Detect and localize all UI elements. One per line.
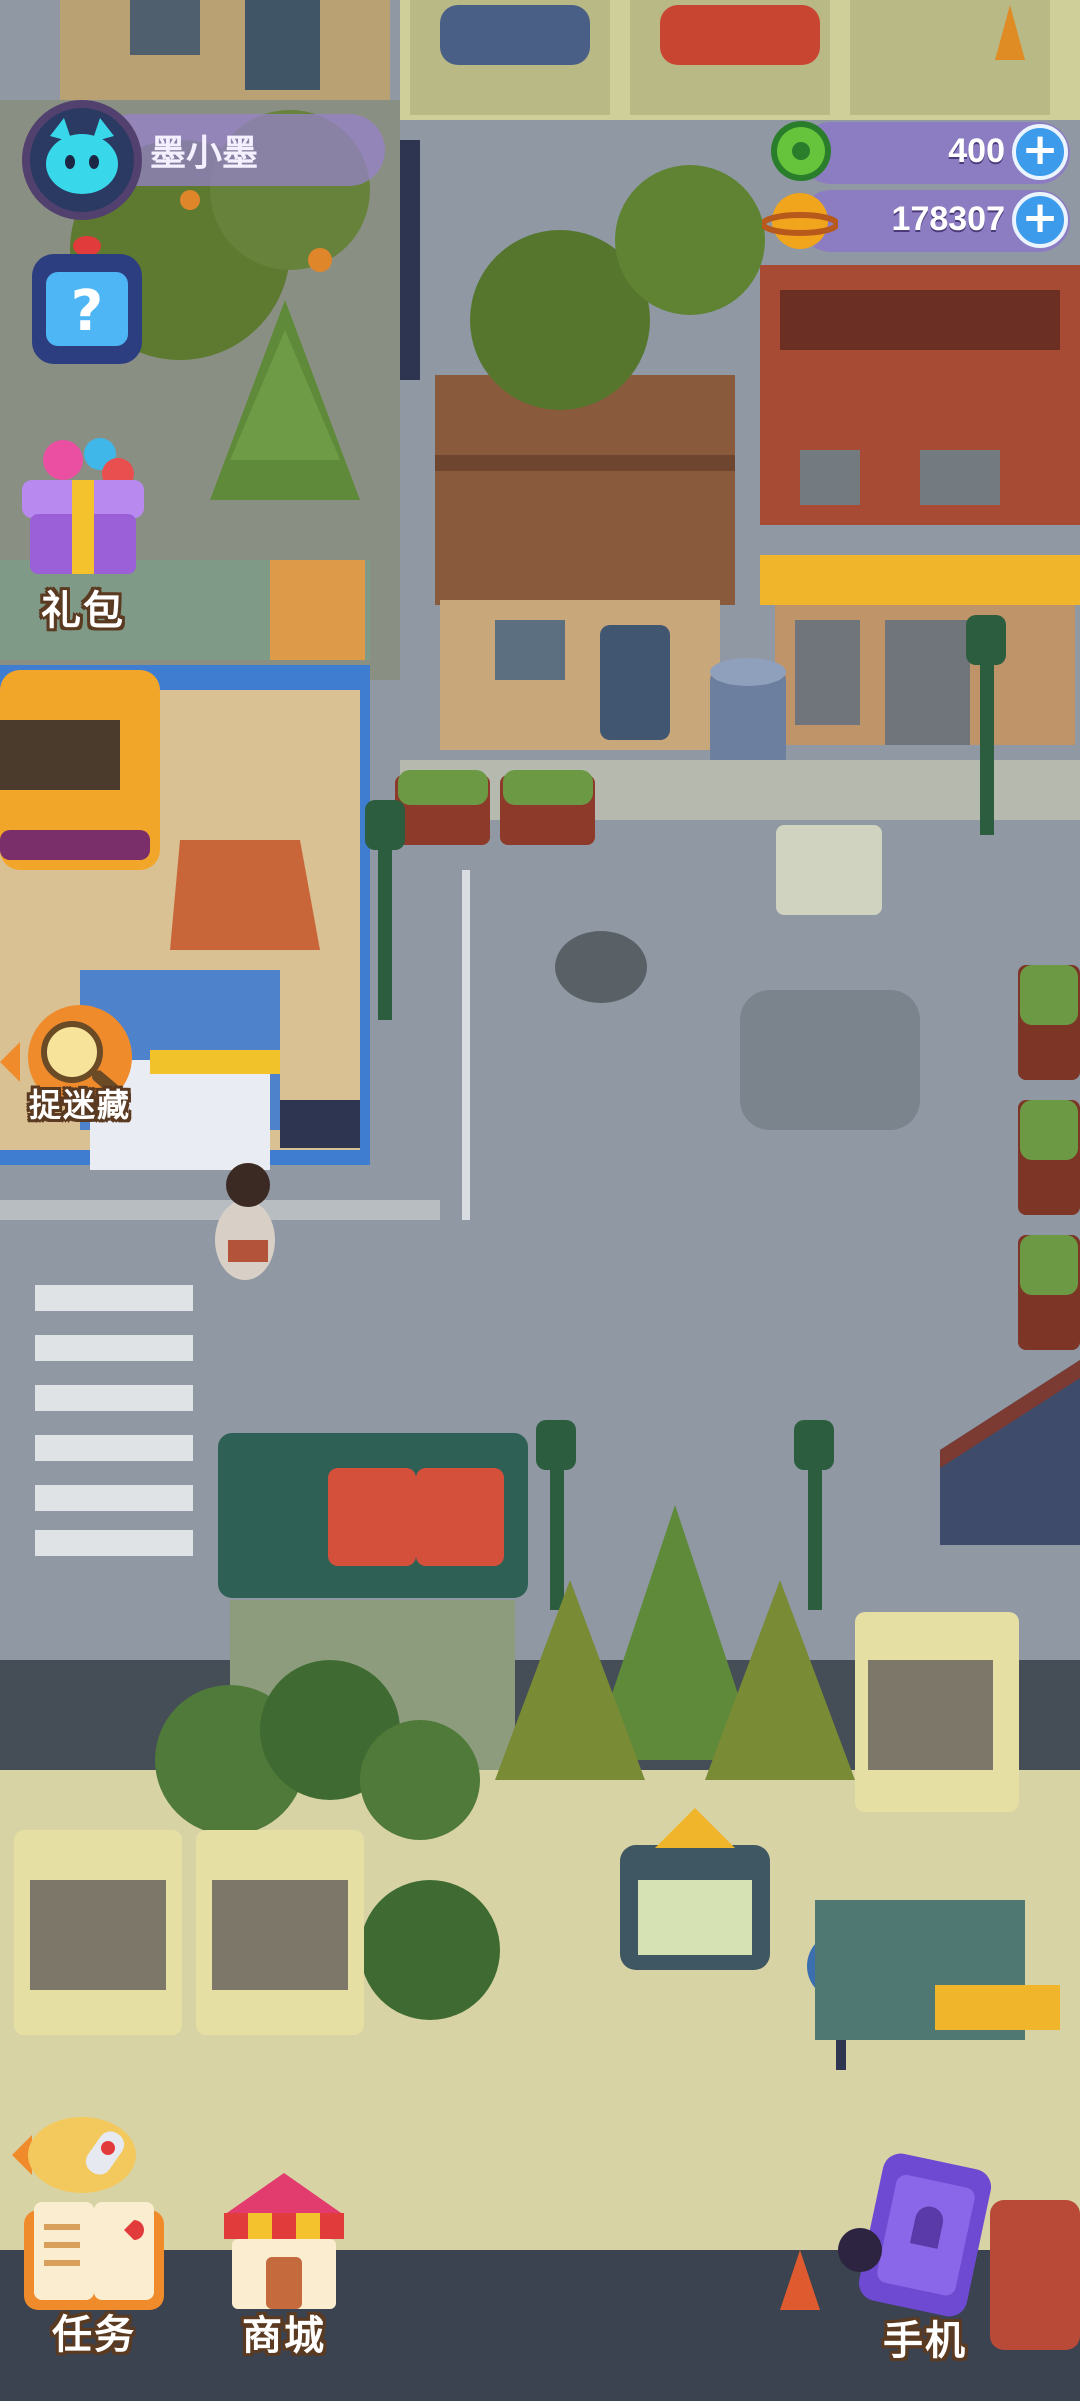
- hide-and-seek-button[interactable]: 捉迷藏: [0, 1002, 160, 1124]
- phone-label: 手机: [883, 2318, 967, 2364]
- add-gems-button[interactable]: +: [1012, 124, 1068, 180]
- gift-pack-label: 礼包: [41, 588, 125, 634]
- gift-box-icon: [22, 438, 144, 574]
- lane-line: [462, 870, 470, 1220]
- add-coins-button[interactable]: +: [1012, 192, 1068, 248]
- gift-pack-button[interactable]: 礼包: [8, 430, 158, 634]
- tasks-button[interactable]: 任务: [14, 2190, 174, 2358]
- shop-button[interactable]: 商城: [204, 2165, 364, 2359]
- green-donut-gem-icon: [768, 118, 834, 184]
- utility-pole: [400, 140, 420, 380]
- manhole-cover: [555, 931, 647, 1003]
- parking-lot: [400, 0, 1080, 120]
- vent-box: [776, 825, 882, 915]
- shop-building: [760, 265, 1080, 745]
- book-icon: [24, 2202, 164, 2310]
- planters-right: [1018, 965, 1080, 1350]
- shop-stall-icon: [224, 2173, 344, 2309]
- player-name: 墨小墨: [150, 133, 259, 174]
- svg-text:?: ?: [71, 279, 103, 344]
- help-button[interactable]: ?: [22, 232, 152, 372]
- hide-and-seek-label: 捉迷藏: [28, 1086, 131, 1124]
- tasks-label: 任务: [52, 2312, 136, 2358]
- barrier: [935, 1985, 1060, 2030]
- rocket-event-icon[interactable]: [12, 2110, 142, 2200]
- sidewalk-curb: [0, 1200, 440, 1220]
- phone-button[interactable]: 手机: [830, 2150, 1020, 2364]
- puddle: [740, 990, 920, 1130]
- phone-icon: [838, 2153, 992, 2317]
- cat-face-icon: [46, 118, 118, 194]
- game-map[interactable]: [0, 0, 1080, 2401]
- shop-label: 商城: [242, 2313, 326, 2359]
- coin-value: 178307: [891, 200, 1005, 238]
- question-tv-icon: ?: [32, 236, 142, 364]
- building-top-left: [60, 0, 390, 110]
- gem-value: 400: [948, 132, 1005, 170]
- house-wood: [435, 375, 735, 750]
- player-avatar[interactable]: [22, 100, 142, 220]
- gold-planet-coin-icon: [760, 186, 840, 256]
